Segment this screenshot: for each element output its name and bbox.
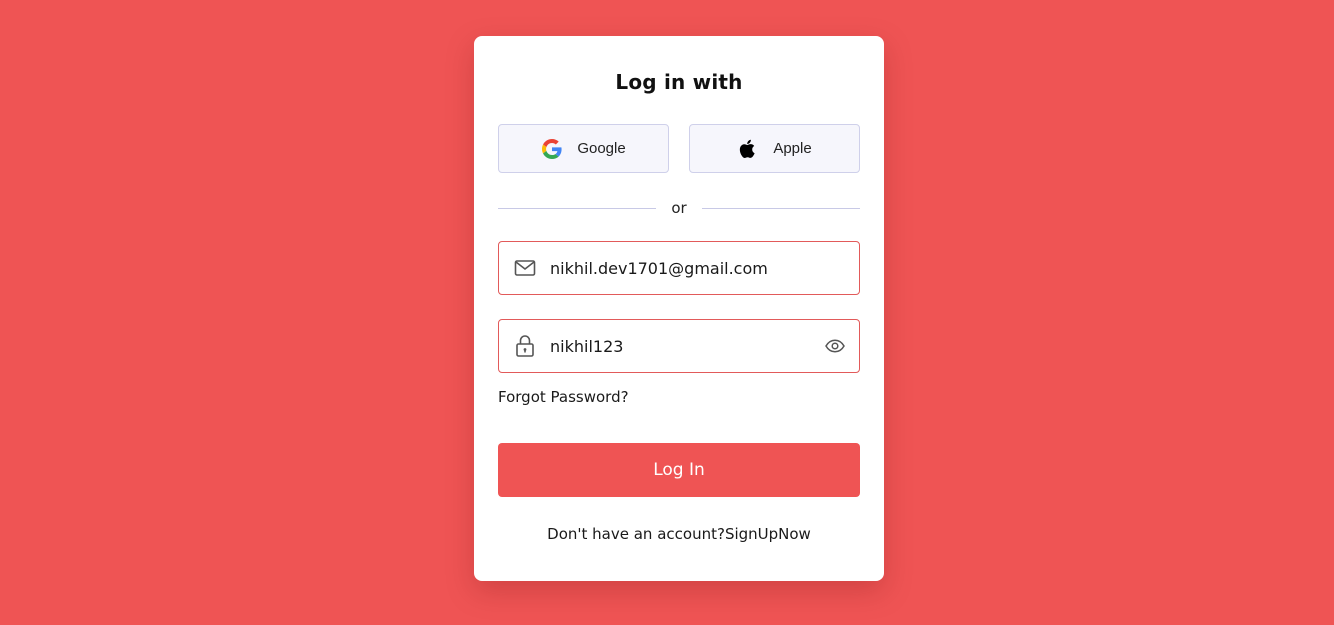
signup-prompt: Don't have an account?SignUpNow (474, 525, 884, 543)
signup-prompt-text: Don't have an account? (547, 525, 725, 543)
password-input[interactable] (550, 320, 823, 372)
apple-icon (737, 138, 759, 160)
mail-icon (513, 256, 537, 280)
email-input[interactable] (550, 242, 859, 294)
google-login-button[interactable]: Google (498, 124, 669, 173)
password-field (498, 319, 860, 373)
forgot-password-link[interactable]: Forgot Password? (498, 388, 629, 406)
google-icon (541, 138, 563, 160)
divider-label: or (671, 199, 687, 217)
lock-icon (513, 334, 537, 358)
eye-icon[interactable] (823, 334, 847, 358)
login-button[interactable]: Log In (498, 443, 860, 497)
divider-line-left (498, 207, 656, 209)
google-login-label: Google (577, 140, 626, 157)
signup-link[interactable]: SignUpNow (725, 525, 811, 543)
email-field (498, 241, 860, 295)
login-title: Log in with (615, 70, 743, 94)
divider-line-right (702, 207, 860, 209)
login-card: Log in with Google Apple or nikhil.dev17… (474, 36, 884, 581)
apple-login-label: Apple (773, 140, 812, 157)
apple-login-button[interactable]: Apple (689, 124, 860, 173)
or-divider: or (498, 198, 860, 218)
